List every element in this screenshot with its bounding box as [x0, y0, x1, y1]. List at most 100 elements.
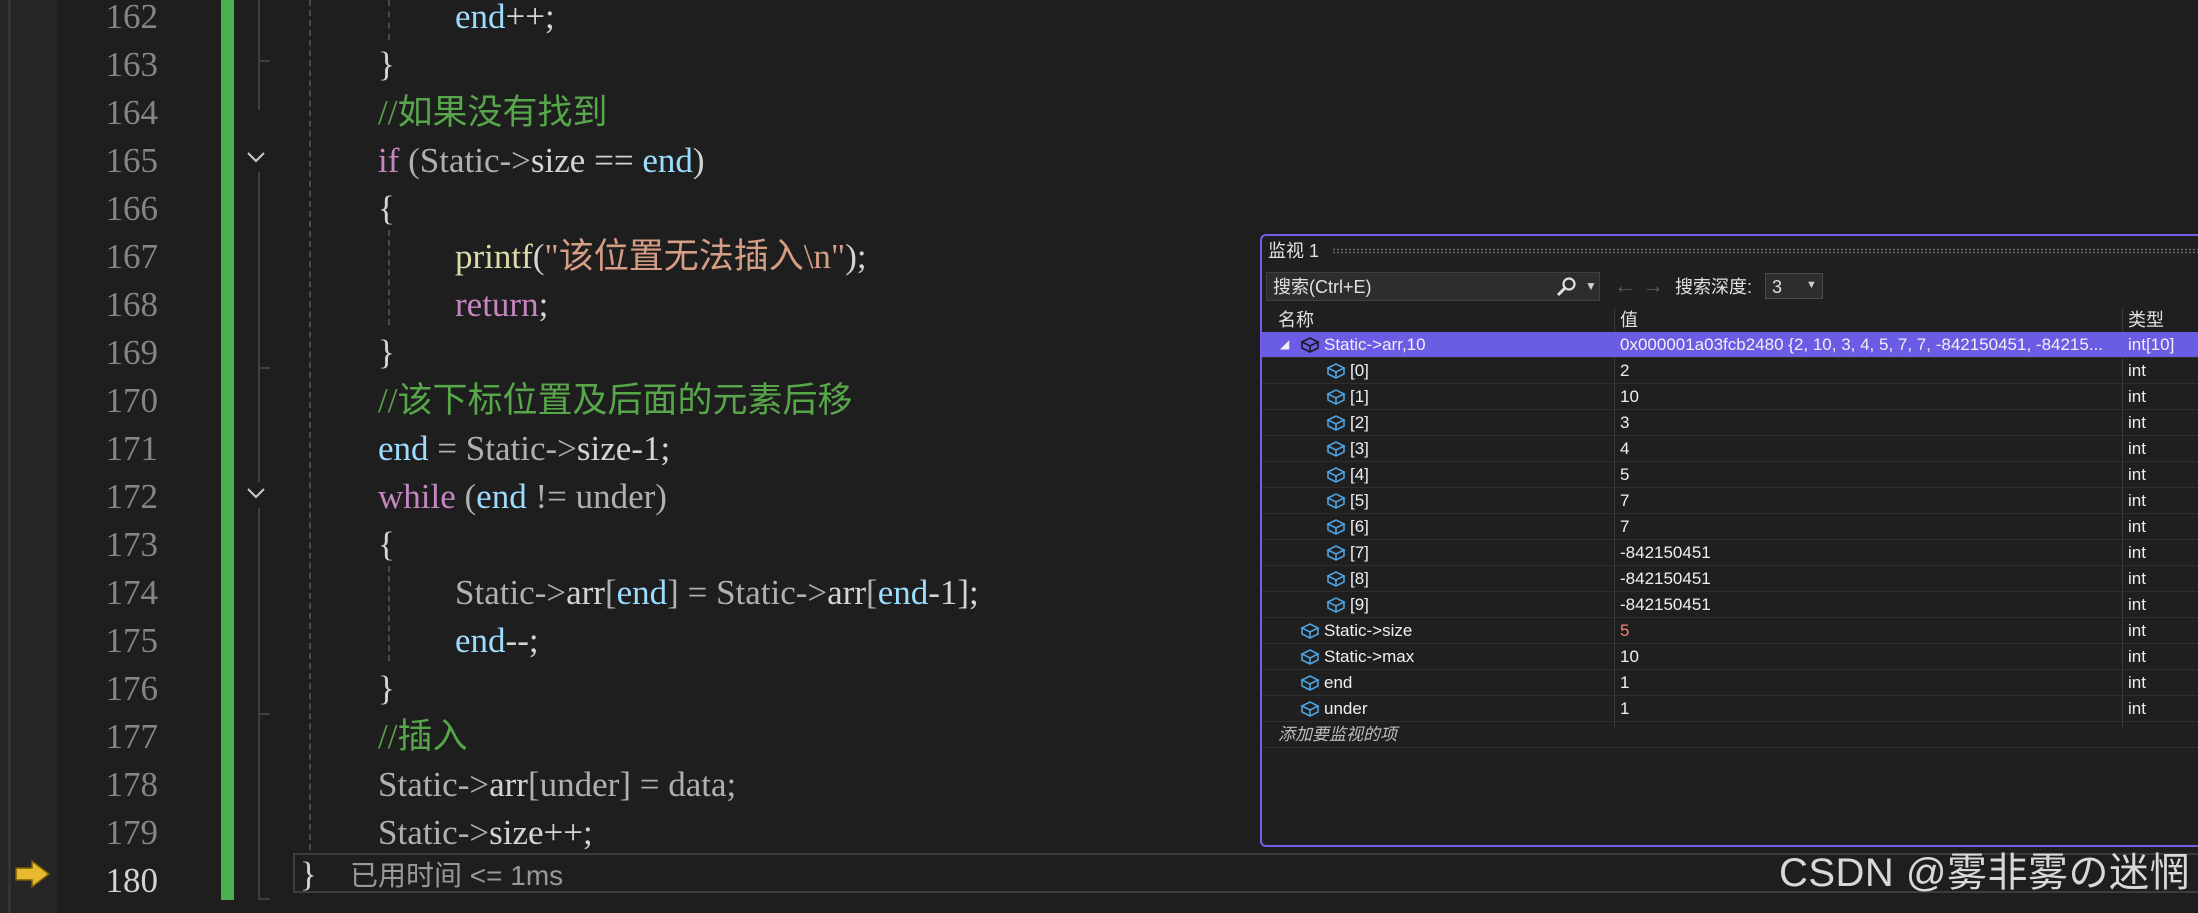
collapse-triangle-icon[interactable]: ◢	[1280, 337, 1289, 351]
watch-row[interactable]: [1] 10 int	[1262, 384, 2198, 410]
variable-icon	[1326, 440, 1346, 458]
search-previous-arrow-icon[interactable]: ←	[1614, 274, 1636, 298]
collapse-chevron-icon[interactable]	[244, 145, 268, 169]
line-number: 164	[105, 93, 159, 132]
watch-row[interactable]: [2] 3 int	[1262, 410, 2198, 436]
watch-row[interactable]: [6] 7 int	[1262, 514, 2198, 540]
indent-guide	[388, 566, 390, 661]
watch-window[interactable]: 监视 1 搜索(Ctrl+E) ▼ ← → 搜索深度: 3 ▼ 名称 值 类型 …	[1260, 234, 2198, 847]
indent-guide	[388, 0, 390, 40]
line-number: 175	[105, 621, 159, 660]
add-watch-row[interactable]: 添加要监视的项	[1262, 722, 2198, 748]
variable-icon	[1326, 362, 1346, 380]
drag-grip[interactable]	[1332, 248, 2198, 254]
line-number-current: 180	[105, 861, 159, 900]
variable-icon	[1326, 570, 1346, 588]
variable-icon	[1326, 414, 1346, 432]
variable-icon	[1326, 596, 1346, 614]
search-depth-select[interactable]: 3 ▼	[1765, 273, 1823, 299]
code-line-162[interactable]: end++;	[455, 0, 555, 41]
line-number: 179	[105, 813, 159, 852]
watch-row[interactable]: [8] -842150451 int	[1262, 566, 2198, 592]
code-line-170[interactable]: //该下标位置及后面的元素后移	[378, 377, 852, 425]
column-header-value[interactable]: 值	[1620, 310, 1638, 330]
code-line-164[interactable]: //如果没有找到	[378, 89, 607, 137]
variable-icon	[1300, 336, 1320, 354]
outline-line	[258, 367, 260, 482]
watch-row[interactable]: Static->max 10 int	[1262, 644, 2198, 670]
variable-icon	[1300, 700, 1320, 718]
current-statement-arrow-icon	[14, 858, 52, 890]
watch-row[interactable]: [4] 5 int	[1262, 462, 2198, 488]
variable-icon	[1326, 492, 1346, 510]
code-line-163[interactable]: }	[378, 41, 395, 89]
indent-guide	[309, 0, 311, 850]
code-line-174[interactable]: Static->arr[end] = Static->arr[end-1];	[455, 569, 979, 617]
watermark: CSDN @雾非雾の迷惘	[1778, 851, 2190, 895]
code-line-178[interactable]: Static->arr[under] = data;	[378, 761, 736, 809]
search-placeholder: 搜索(Ctrl+E)	[1273, 277, 1372, 297]
variable-icon	[1300, 674, 1320, 692]
line-number: 170	[105, 381, 159, 420]
code-line-176[interactable]: }	[378, 665, 395, 713]
collapse-chevron-icon[interactable]	[244, 481, 268, 505]
outline-end-tick	[258, 898, 270, 900]
code-line-177[interactable]: //插入	[378, 713, 467, 761]
variable-icon	[1300, 648, 1320, 666]
code-line-180[interactable]: }	[300, 855, 317, 895]
watch-title: 监视 1	[1268, 241, 1320, 261]
code-line-165[interactable]: if (Static->size == end)	[378, 137, 705, 185]
line-number: 162	[105, 0, 159, 36]
line-number: 163	[105, 45, 159, 84]
chevron-down-icon[interactable]: ▼	[1585, 279, 1597, 293]
code-line-175[interactable]: end--;	[455, 617, 539, 665]
change-tracking-bar	[221, 0, 234, 900]
add-watch-placeholder[interactable]: 添加要监视的项	[1278, 725, 1397, 745]
code-line-167[interactable]: printf("该位置无法插入\n");	[455, 233, 867, 281]
line-number: 174	[105, 573, 159, 612]
code-line-166[interactable]: {	[378, 185, 395, 233]
watch-titlebar[interactable]: 监视 1	[1262, 236, 2198, 266]
watch-row[interactable]: ◢ Static->arr,10 0x000001a03fcb2480 {2, …	[1262, 332, 2198, 358]
search-depth-label: 搜索深度:	[1675, 277, 1753, 297]
code-line-171[interactable]: end = Static->size-1;	[378, 425, 670, 473]
column-header-type[interactable]: 类型	[2128, 310, 2164, 330]
code-line-168[interactable]: return;	[455, 281, 548, 329]
watch-row[interactable]: [9] -842150451 int	[1262, 592, 2198, 618]
variable-icon	[1300, 622, 1320, 640]
watch-row[interactable]: [5] 7 int	[1262, 488, 2198, 514]
search-next-arrow-icon[interactable]: →	[1642, 274, 1664, 298]
watch-row[interactable]: Static->size 5 int	[1262, 618, 2198, 644]
code-line-173[interactable]: {	[378, 521, 395, 569]
perf-tip[interactable]: 已用时间 <= 1ms	[350, 858, 563, 894]
watch-row[interactable]: under 1 int	[1262, 696, 2198, 722]
variable-icon	[1326, 544, 1346, 562]
line-number: 168	[105, 285, 159, 324]
code-line-172[interactable]: while (end != under)	[378, 473, 667, 521]
line-number: 165	[105, 141, 159, 180]
outline-line	[258, 172, 260, 367]
line-number: 177	[105, 717, 159, 756]
watch-header: 名称 值 类型	[1262, 308, 2198, 333]
watch-row[interactable]: [7] -842150451 int	[1262, 540, 2198, 566]
line-number: 172	[105, 477, 159, 516]
line-number: 167	[105, 237, 159, 276]
watch-row[interactable]: [3] 4 int	[1262, 436, 2198, 462]
code-line-179[interactable]: Static->size++;	[378, 809, 593, 857]
search-icon[interactable]	[1555, 276, 1579, 298]
watch-row[interactable]: end 1 int	[1262, 670, 2198, 696]
outline-line	[258, 60, 260, 110]
line-number: 166	[105, 189, 159, 228]
variable-icon	[1326, 388, 1346, 406]
line-number: 171	[105, 429, 159, 468]
indent-guide	[388, 230, 390, 325]
chevron-down-icon: ▼	[1806, 279, 1817, 291]
line-number: 169	[105, 333, 159, 372]
outline-line	[258, 508, 260, 713]
watch-search-input[interactable]: 搜索(Ctrl+E) ▼	[1266, 272, 1600, 301]
code-line-169[interactable]: }	[378, 329, 395, 377]
watch-row[interactable]: [0] 2 int	[1262, 358, 2198, 384]
variable-icon	[1326, 518, 1346, 536]
outline-line	[258, 0, 260, 60]
column-header-name[interactable]: 名称	[1278, 310, 1314, 330]
